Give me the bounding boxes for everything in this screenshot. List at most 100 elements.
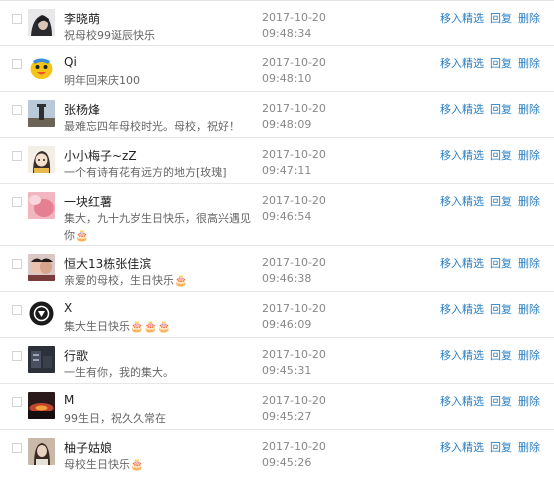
- delete-link[interactable]: 删除: [518, 441, 540, 454]
- feature-link[interactable]: 移入精选: [440, 441, 484, 454]
- row-actions: 移入精选 回复 删除: [440, 301, 540, 317]
- delete-link[interactable]: 删除: [518, 149, 540, 162]
- reply-link[interactable]: 回复: [490, 149, 512, 162]
- delete-link[interactable]: 删除: [518, 303, 540, 316]
- row-checkbox[interactable]: [12, 14, 22, 24]
- reply-link[interactable]: 回复: [490, 12, 512, 25]
- avatar: [28, 346, 55, 373]
- comment-row: 柚子姑娘 母校生日快乐🎂 2017-10-20 09:45:26 移入精选 回复删…: [0, 430, 554, 477]
- row-actions: 移入精选 回复 删除: [440, 255, 540, 271]
- comment-row: 小小梅子~zZ 一个有诗有花有远方的地方[玫瑰] 2017-10-20 09:4…: [0, 138, 554, 184]
- delete-link[interactable]: 删除: [518, 395, 540, 408]
- row-actions: 移入精选 回复 删除: [440, 393, 540, 409]
- feature-link[interactable]: 移入精选: [440, 349, 484, 362]
- comment-time: 2017-10-20 09:48:34: [262, 11, 326, 40]
- comment-row: 行歌 一生有你，我的集大。 2017-10-20 09:45:31 移入精选 回复…: [0, 338, 554, 384]
- comment-text: 集大，九十九岁生日快乐，很高兴遇见你🎂: [64, 212, 251, 242]
- comment-row: X 集大生日快乐🎂🎂🎂 2017-10-20 09:46:09 移入精选 回复 删除: [0, 292, 554, 338]
- avatar: [28, 192, 55, 219]
- commenter-name: 张杨烽: [64, 103, 101, 117]
- row-checkbox[interactable]: [12, 259, 22, 269]
- comment-time: 2017-10-20 09:47:11: [262, 148, 326, 177]
- comment-text: 集大生日快乐🎂🎂🎂: [64, 320, 172, 333]
- commenter-name: 柚子姑娘: [64, 441, 113, 455]
- comment-row: 李晓萌 祝母校99诞辰快乐 2017-10-20 09:48:34 移入精选 回复…: [0, 1, 554, 46]
- reply-link[interactable]: 回复: [490, 395, 512, 408]
- reply-link[interactable]: 回复: [490, 57, 512, 70]
- row-checkbox[interactable]: [12, 105, 22, 115]
- comment-row: 恒大13栋张佳滨 亲爱的母校，生日快乐🎂 2017-10-20 09:46:38…: [0, 246, 554, 292]
- row-checkbox[interactable]: [12, 305, 22, 315]
- comment-text: 一生有你，我的集大。: [64, 366, 174, 379]
- row-actions: 移入精选 回复 删除: [440, 55, 540, 71]
- row-actions: 移入精选 回复 删除: [440, 439, 540, 455]
- delete-link[interactable]: 删除: [518, 57, 540, 70]
- comment-row: M 99生日，祝久久常在 2017-10-20 09:45:27 移入精选 回复删…: [0, 384, 554, 430]
- commenter-name: M: [64, 393, 75, 407]
- reply-link[interactable]: 回复: [490, 257, 512, 270]
- reply-link[interactable]: 回复: [490, 195, 512, 208]
- comment-row: 一块红薯 集大，九十九岁生日快乐，很高兴遇见你🎂 2017-10-20 09:4…: [0, 184, 554, 246]
- delete-link[interactable]: 删除: [518, 257, 540, 270]
- comment-time: 2017-10-20 09:46:09: [262, 302, 326, 331]
- avatar: [28, 100, 55, 127]
- row-actions: 移入精选 回复 删除: [440, 147, 540, 163]
- feature-link[interactable]: 移入精选: [440, 103, 484, 116]
- row-checkbox[interactable]: [12, 197, 22, 207]
- delete-link[interactable]: 删除: [518, 103, 540, 116]
- commenter-name: 行歌: [64, 349, 89, 363]
- comment-text: 一个有诗有花有远方的地方[玫瑰]: [64, 166, 227, 179]
- feature-link[interactable]: 移入精选: [440, 57, 484, 70]
- comment-time: 2017-10-20 09:45:31: [262, 348, 326, 377]
- avatar: [28, 54, 55, 81]
- row-checkbox[interactable]: [12, 443, 22, 453]
- avatar: [28, 438, 55, 465]
- comment-row: 张杨烽 最难忘四年母校时光。母校，祝好！ 2017-10-20 09:48:09…: [0, 92, 554, 138]
- commenter-name: 恒大13栋张佳滨: [64, 257, 152, 271]
- commenter-name: X: [64, 301, 73, 315]
- comment-time: 2017-10-20 09:46:38: [262, 256, 326, 285]
- comment-text: 母校生日快乐🎂: [64, 458, 144, 471]
- comment-text: 最难忘四年母校时光。母校，祝好！: [64, 120, 240, 133]
- comment-text: 明年回来庆100: [64, 74, 140, 87]
- reply-link[interactable]: 回复: [490, 441, 512, 454]
- feature-link[interactable]: 移入精选: [440, 303, 484, 316]
- comment-time: 2017-10-20 09:46:54: [262, 194, 326, 223]
- feature-link[interactable]: 移入精选: [440, 195, 484, 208]
- row-actions: 移入精选 回复 删除: [440, 193, 540, 209]
- delete-link[interactable]: 删除: [518, 12, 540, 25]
- comment-text: 祝母校99诞辰快乐: [64, 29, 155, 42]
- row-actions: 移入精选 回复 删除: [440, 101, 540, 117]
- commenter-name: 一块红薯: [64, 195, 113, 209]
- comment-list: 李晓萌 祝母校99诞辰快乐 2017-10-20 09:48:34 移入精选 回复…: [0, 0, 554, 476]
- avatar: [28, 9, 55, 36]
- avatar: [28, 146, 55, 173]
- feature-link[interactable]: 移入精选: [440, 12, 484, 25]
- row-checkbox[interactable]: [12, 151, 22, 161]
- reply-link[interactable]: 回复: [490, 103, 512, 116]
- comment-time: 2017-10-20 09:48:10: [262, 56, 326, 85]
- comment-time: 2017-10-20 09:48:09: [262, 102, 326, 131]
- avatar: [28, 254, 55, 281]
- commenter-name: 李晓萌: [64, 12, 101, 26]
- row-checkbox[interactable]: [12, 351, 22, 361]
- row-checkbox[interactable]: [12, 59, 22, 69]
- row-checkbox[interactable]: [12, 397, 22, 407]
- commenter-name: Qi: [64, 55, 77, 69]
- row-actions: 移入精选 回复 删除: [440, 10, 540, 26]
- delete-link[interactable]: 删除: [518, 195, 540, 208]
- feature-link[interactable]: 移入精选: [440, 149, 484, 162]
- delete-link[interactable]: 删除: [518, 349, 540, 362]
- feature-link[interactable]: 移入精选: [440, 257, 484, 270]
- comment-text: 亲爱的母校，生日快乐🎂: [64, 274, 188, 287]
- comment-time: 2017-10-20 09:45:26: [262, 440, 326, 469]
- comment-text: 99生日，祝久久常在: [64, 412, 166, 425]
- comment-row: Qi 明年回来庆100 2017-10-20 09:48:10 移入精选 回复 删除: [0, 46, 554, 92]
- row-actions: 移入精选 回复 删除: [440, 347, 540, 363]
- commenter-name: 小小梅子~zZ: [64, 149, 137, 163]
- comment-time: 2017-10-20 09:45:27: [262, 394, 326, 423]
- avatar: [28, 300, 55, 327]
- reply-link[interactable]: 回复: [490, 349, 512, 362]
- reply-link[interactable]: 回复: [490, 303, 512, 316]
- feature-link[interactable]: 移入精选: [440, 395, 484, 408]
